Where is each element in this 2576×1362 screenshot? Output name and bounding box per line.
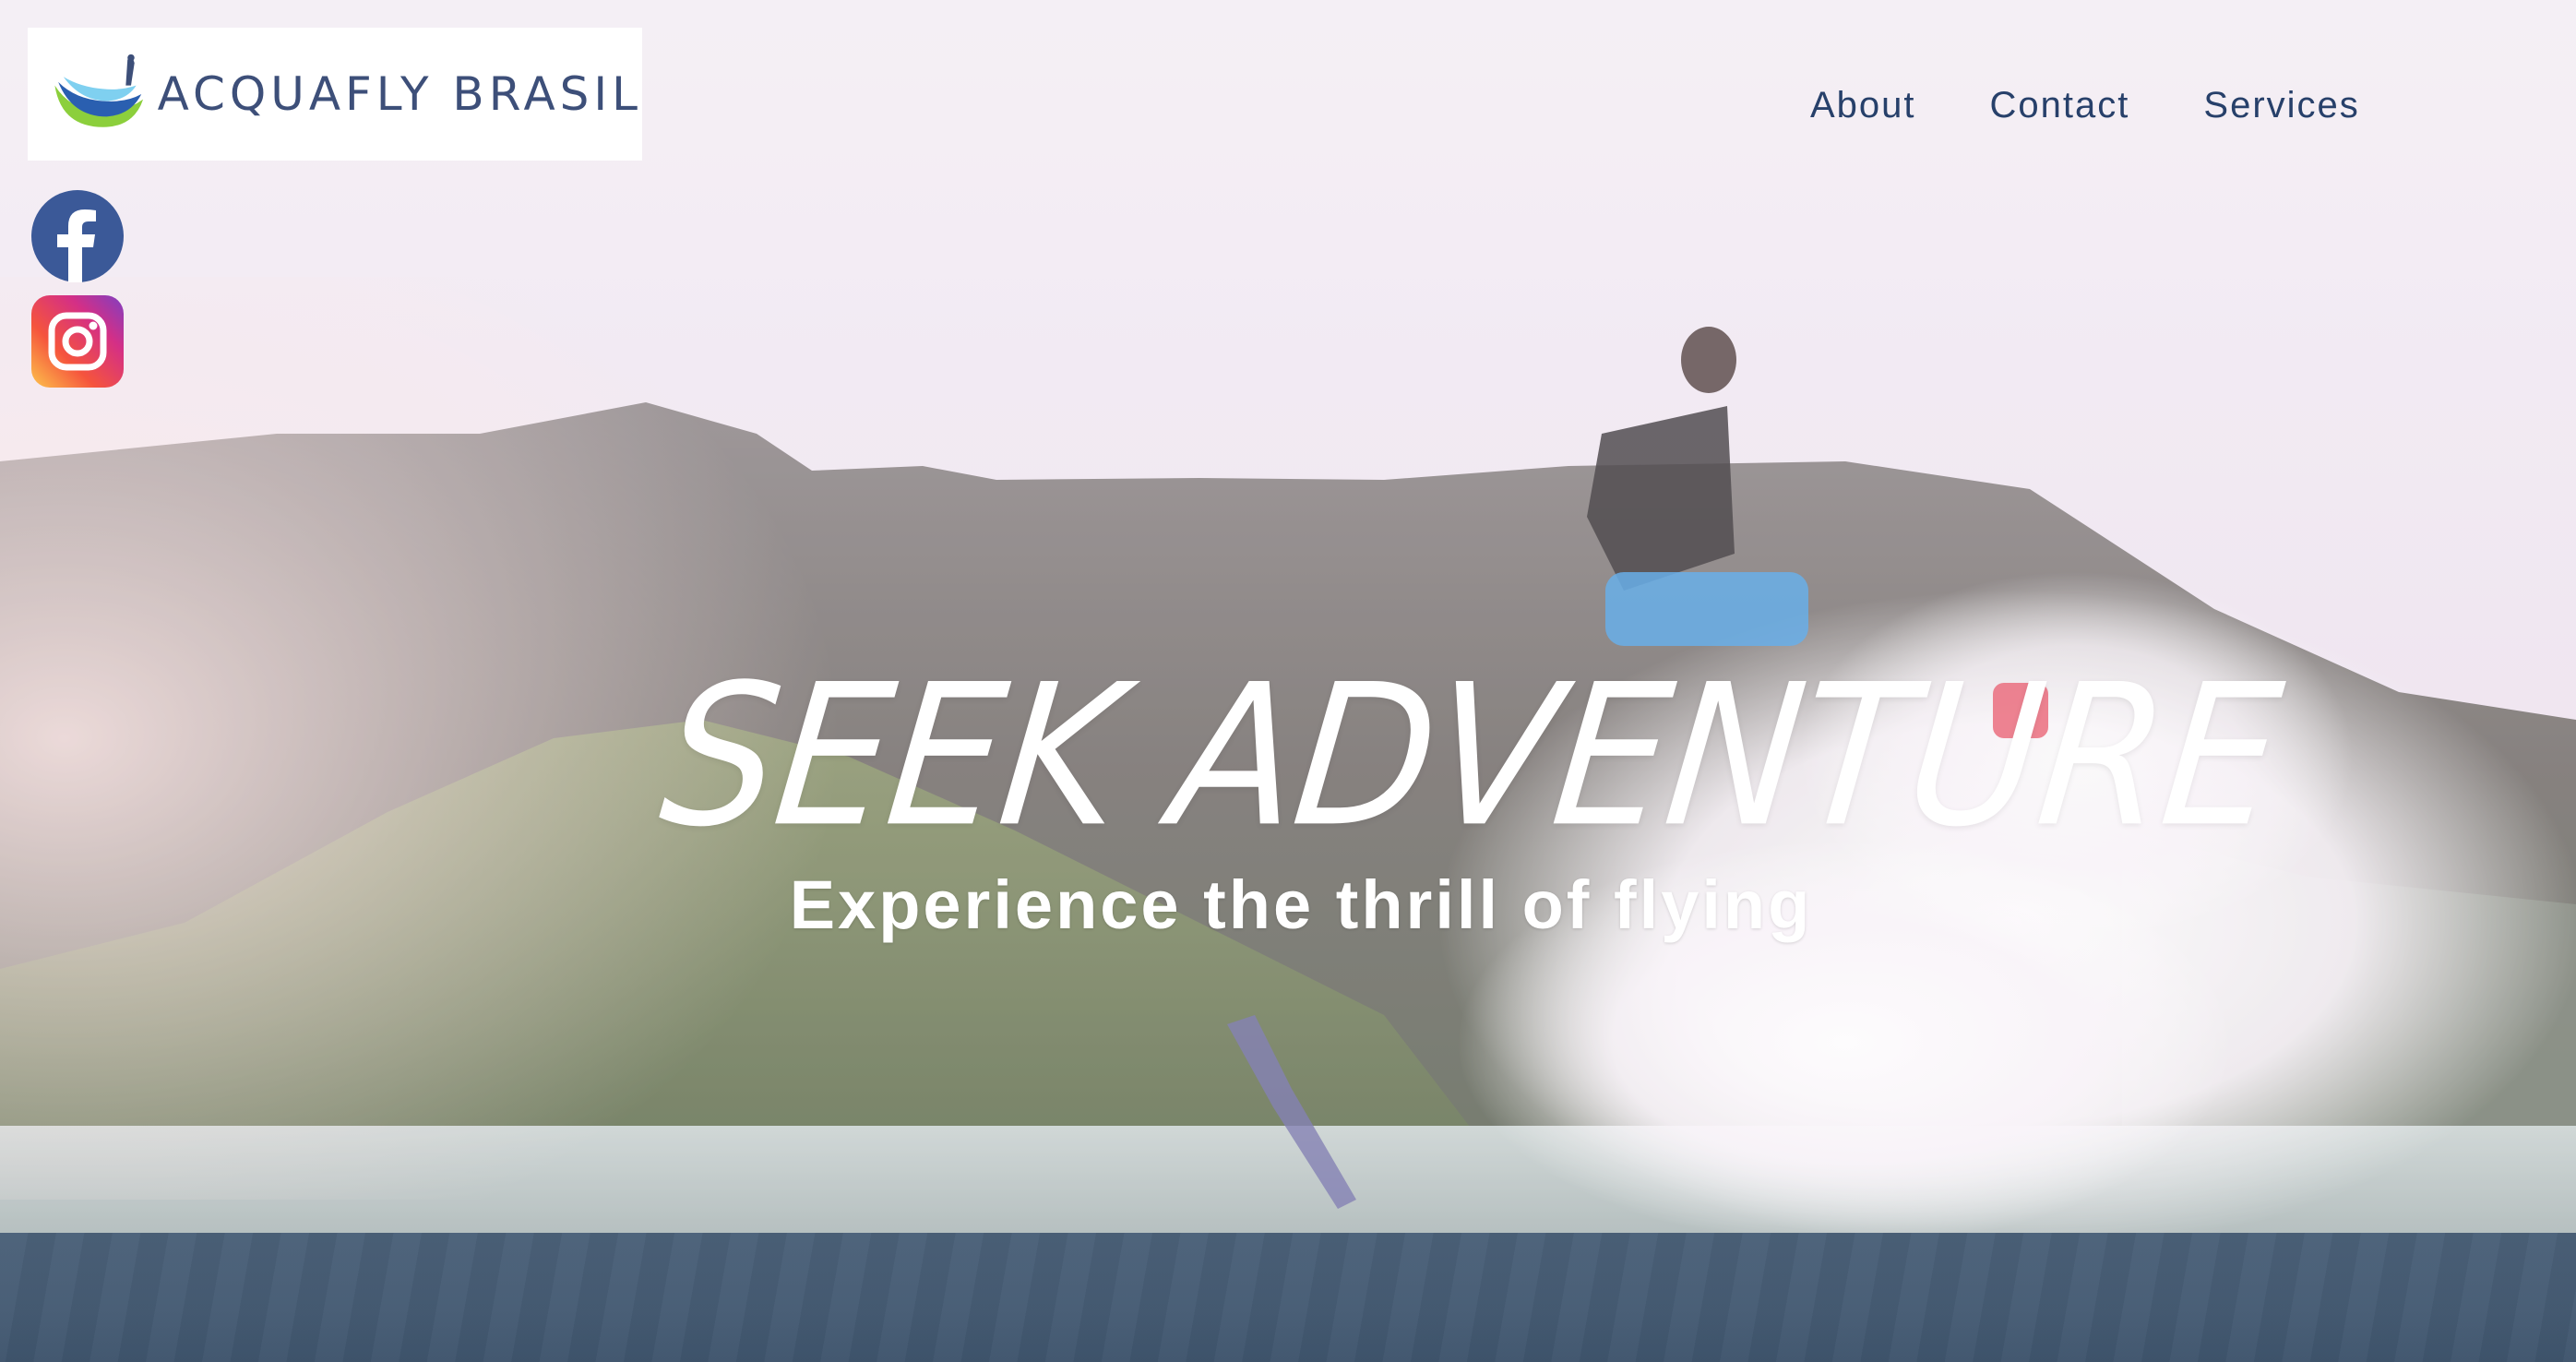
bottom-band (0, 1233, 2576, 1362)
brand-name: ACQUAFLY BRASIL (157, 67, 642, 121)
hero-video-frame (0, 0, 2576, 1233)
hero-headline: SEEK ADVENTURE (652, 642, 2289, 871)
site-logo[interactable]: ACQUAFLY BRASIL (28, 28, 642, 161)
hero-background (0, 0, 2576, 1233)
acquafly-logo-icon (54, 54, 144, 127)
facebook-icon[interactable] (31, 190, 124, 282)
hero-tagline: Experience the thrill of flying (789, 866, 1813, 943)
main-nav: About Contact Services (1810, 85, 2360, 126)
nav-contact[interactable]: Contact (1990, 85, 2130, 126)
nav-about[interactable]: About (1810, 85, 1916, 126)
instagram-icon[interactable] (31, 295, 124, 388)
social-links (31, 190, 124, 400)
nav-services[interactable]: Services (2203, 85, 2359, 126)
